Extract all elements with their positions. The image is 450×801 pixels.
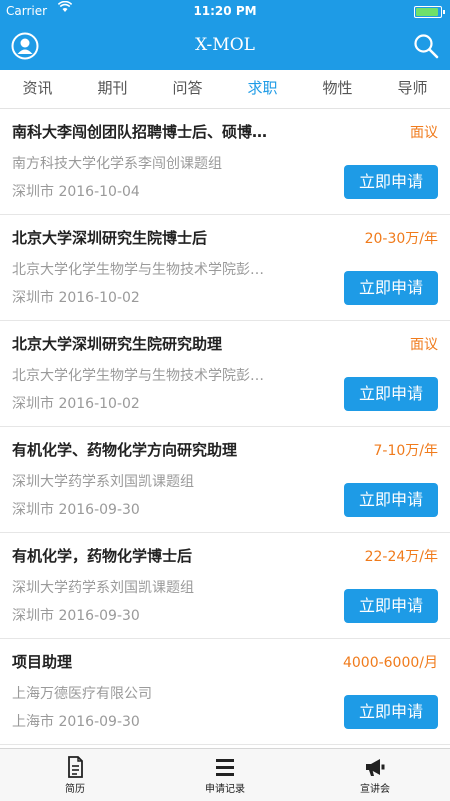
job-title: 有机化学、药物化学方向研究助理 [12,441,238,459]
job-list: 南科大李闯创团队招聘博士后、硕博… 面议 南方科技大学化学系李闯创课题组 深圳市… [0,109,450,748]
job-salary: 7-10万/年 [373,443,439,459]
tab-journals[interactable]: 期刊 [75,70,150,108]
job-item[interactable]: 北京大学深圳研究生院研究助理 面议 北京大学化学生物学与生物技术学院彭… 深圳市… [0,321,450,427]
battery-icon [414,6,445,18]
job-salary: 4000-6000/月 [342,655,438,671]
tab-mentors[interactable]: 导师 [375,70,450,108]
job-organization: 南方科技大学化学系李闯创课题组 [12,156,222,172]
tab-jobs[interactable]: 求职 [225,70,300,108]
bottom-tab-applications[interactable]: 申请记录 [150,749,300,801]
bottom-tab-seminars[interactable]: 宣讲会 [300,749,450,801]
bottom-tab-bar: 简历 申请记录 宣讲会 [0,748,450,801]
apply-button[interactable]: 立即申请 [344,165,438,199]
job-item[interactable]: 有机化学，药物化学博士后 22-24万/年 深圳大学药学系刘国凯课题组 深圳市 … [0,533,450,639]
apply-button[interactable]: 立即申请 [344,589,438,623]
job-organization: 深圳大学药学系刘国凯课题组 [12,580,194,596]
apply-button[interactable]: 立即申请 [344,377,438,411]
navigation-bar: X-MOL [0,22,450,70]
job-title: 南科大李闯创团队招聘博士后、硕博… [12,123,268,141]
tab-news[interactable]: 资讯 [0,70,75,108]
job-salary: 20-30万/年 [364,231,438,247]
job-location-date: 深圳市 2016-09-30 [12,502,140,518]
bottom-tab-resume[interactable]: 简历 [0,749,150,801]
job-item[interactable]: 北京大学深圳研究生院博士后 20-30万/年 北京大学化学生物学与生物技术学院彭… [0,215,450,321]
apply-button[interactable]: 立即申请 [344,483,438,517]
job-location-date: 深圳市 2016-10-02 [12,396,140,412]
list-icon [213,756,237,778]
job-location-date: 深圳市 2016-10-04 [12,184,140,200]
tab-qa[interactable]: 问答 [150,70,225,108]
job-item[interactable]: 南科大李闯创团队招聘博士后、硕博… 面议 南方科技大学化学系李闯创课题组 深圳市… [0,109,450,215]
document-icon [63,756,87,778]
job-item[interactable]: 项目助理 4000-6000/月 上海万德医疗有限公司 上海市 2016-09-… [0,639,450,745]
megaphone-icon [363,756,387,778]
bottom-tab-label: 简历 [65,784,85,795]
category-tabs: 资讯 期刊 问答 求职 物性 导师 [0,70,450,109]
job-salary: 面议 [410,337,438,353]
clock-time: 11:20 PM [193,4,257,18]
job-item[interactable]: 有机化学、药物化学方向研究助理 7-10万/年 深圳大学药学系刘国凯课题组 深圳… [0,427,450,533]
job-title: 北京大学深圳研究生院研究助理 [12,335,223,353]
page-title: X-MOL [195,35,255,55]
tab-properties[interactable]: 物性 [300,70,375,108]
search-icon[interactable] [412,32,440,60]
apply-button[interactable]: 立即申请 [344,695,438,729]
job-location-date: 上海市 2016-09-30 [12,714,140,730]
job-title: 有机化学，药物化学博士后 [12,547,193,565]
job-salary: 22-24万/年 [364,549,438,565]
apply-button[interactable]: 立即申请 [344,271,438,305]
job-organization: 上海万德医疗有限公司 [12,686,152,702]
job-organization: 北京大学化学生物学与生物技术学院彭… [12,262,264,278]
bottom-tab-label: 宣讲会 [360,784,390,795]
job-title: 北京大学深圳研究生院博士后 [12,229,208,247]
status-bar: Carrier 11:20 PM [0,0,450,22]
job-salary: 面议 [410,125,438,141]
bottom-tab-label: 申请记录 [205,784,245,795]
job-title: 项目助理 [12,653,73,671]
job-organization: 深圳大学药学系刘国凯课题组 [12,474,194,490]
job-organization: 北京大学化学生物学与生物技术学院彭… [12,368,264,384]
job-location-date: 深圳市 2016-10-02 [12,290,140,306]
job-location-date: 深圳市 2016-09-30 [12,608,140,624]
